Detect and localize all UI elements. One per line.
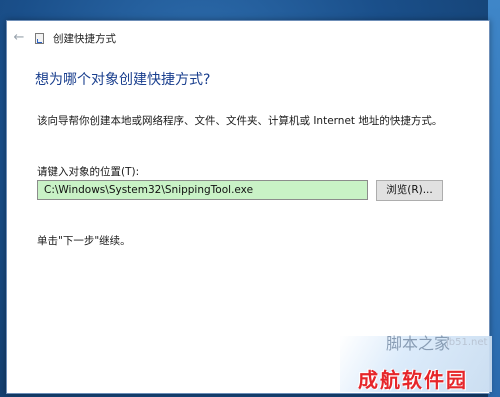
next-hint: 单击"下一步"继续。: [37, 235, 131, 247]
wizard-description: 该向导帮你创建本地或网络程序、文件、文件夹、计算机或 Internet 地址的快…: [37, 115, 443, 127]
location-input[interactable]: C:\Windows\System32\SnippingTool.exe: [37, 180, 368, 200]
back-arrow-icon[interactable]: ←: [11, 30, 27, 46]
watermark-brand: 成航软件园: [358, 368, 468, 392]
title-bar: ← 创建快捷方式: [7, 21, 489, 55]
location-label: 请键入对象的位置(T):: [37, 166, 140, 178]
browse-button[interactable]: 浏览(R)...: [376, 180, 443, 201]
watermark-site-url: jb51.net: [446, 337, 488, 348]
window-title: 创建快捷方式: [53, 33, 116, 45]
shortcut-wizard-icon: [35, 33, 44, 44]
wizard-heading: 想为哪个对象创建快捷方式?: [35, 72, 211, 88]
watermark-site-cn: 脚本之家: [386, 334, 451, 353]
